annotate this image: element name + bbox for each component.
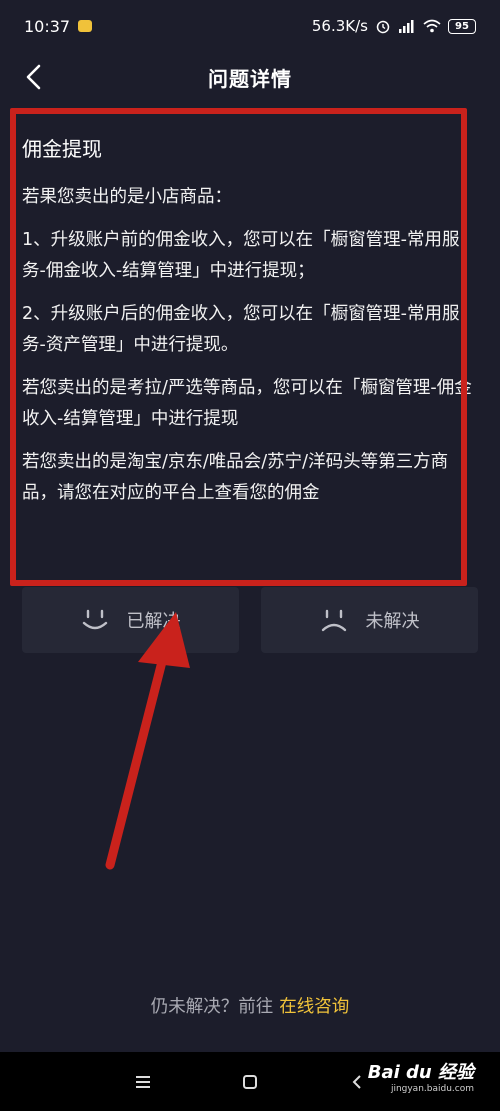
back-button[interactable] bbox=[18, 60, 50, 94]
article-title: 佣金提现 bbox=[22, 137, 102, 161]
article-paragraph: 1、升级账户前的佣金收入，您可以在「橱窗管理-常用服务-佣金收入-结算管理」中进… bbox=[22, 230, 460, 281]
watermark-url: jingyan.baidu.com bbox=[390, 1084, 474, 1094]
page-header: 问题详情 bbox=[0, 52, 500, 102]
status-right: 56.3K/s 95 bbox=[312, 17, 476, 35]
home-button[interactable] bbox=[230, 1062, 270, 1102]
alarm-icon bbox=[376, 20, 390, 34]
watermark-brand: Bai du 经验 bbox=[367, 1062, 474, 1083]
feedback-row: 已解决 未解决 bbox=[22, 587, 478, 653]
menu-button[interactable] bbox=[123, 1062, 163, 1102]
resolved-button[interactable]: 已解决 bbox=[22, 587, 239, 653]
back-triangle-icon bbox=[352, 1074, 361, 1089]
online-consult-link[interactable]: 在线咨询 bbox=[279, 997, 349, 1017]
wifi-icon bbox=[423, 19, 441, 33]
net-speed: 56.3K/s bbox=[311, 17, 368, 35]
page-title: 问题详情 bbox=[208, 66, 292, 91]
article-content: 佣金提现 若果您卖出的是小店商品： 1、升级账户前的佣金收入，您可以在「橱窗管理… bbox=[22, 118, 478, 521]
battery-icon: 95 bbox=[448, 18, 476, 34]
status-time: 10:37 bbox=[24, 16, 71, 36]
status-bar: 10:37 56.3K/s 95 bbox=[0, 0, 500, 52]
status-left: 10:37 bbox=[24, 16, 93, 36]
menu-icon bbox=[136, 1075, 151, 1088]
article-paragraph: 若果您卖出的是小店商品： bbox=[22, 187, 232, 207]
notification-icon bbox=[78, 20, 93, 32]
consult-row: 仍未解决？前往 在线咨询 bbox=[0, 993, 500, 1018]
frown-icon bbox=[321, 609, 346, 632]
smile-icon bbox=[82, 609, 107, 630]
article-paragraph: 2、升级账户后的佣金收入，您可以在「橱窗管理-常用服务-资产管理」中进行提现。 bbox=[22, 304, 460, 355]
signal-icon bbox=[399, 20, 414, 33]
chevron-left-icon bbox=[26, 64, 41, 90]
article-paragraph: 若您卖出的是考拉/严选等商品，您可以在「橱窗管理-佣金收入-结算管理」中进行提现 bbox=[22, 378, 472, 429]
resolved-label: 已解决 bbox=[126, 611, 181, 632]
unresolved-label: 未解决 bbox=[365, 611, 420, 632]
unresolved-button[interactable]: 未解决 bbox=[261, 587, 478, 653]
article-paragraph: 若您卖出的是淘宝/京东/唯品会/苏宁/洋码头等第三方商品，请您在对应的平台上查看… bbox=[22, 452, 449, 503]
consult-prompt: 仍未解决？前往 bbox=[150, 997, 274, 1017]
baidu-watermark: Bai du 经验 jingyan.baidu.com bbox=[368, 1058, 474, 1094]
home-square-icon bbox=[242, 1074, 257, 1089]
